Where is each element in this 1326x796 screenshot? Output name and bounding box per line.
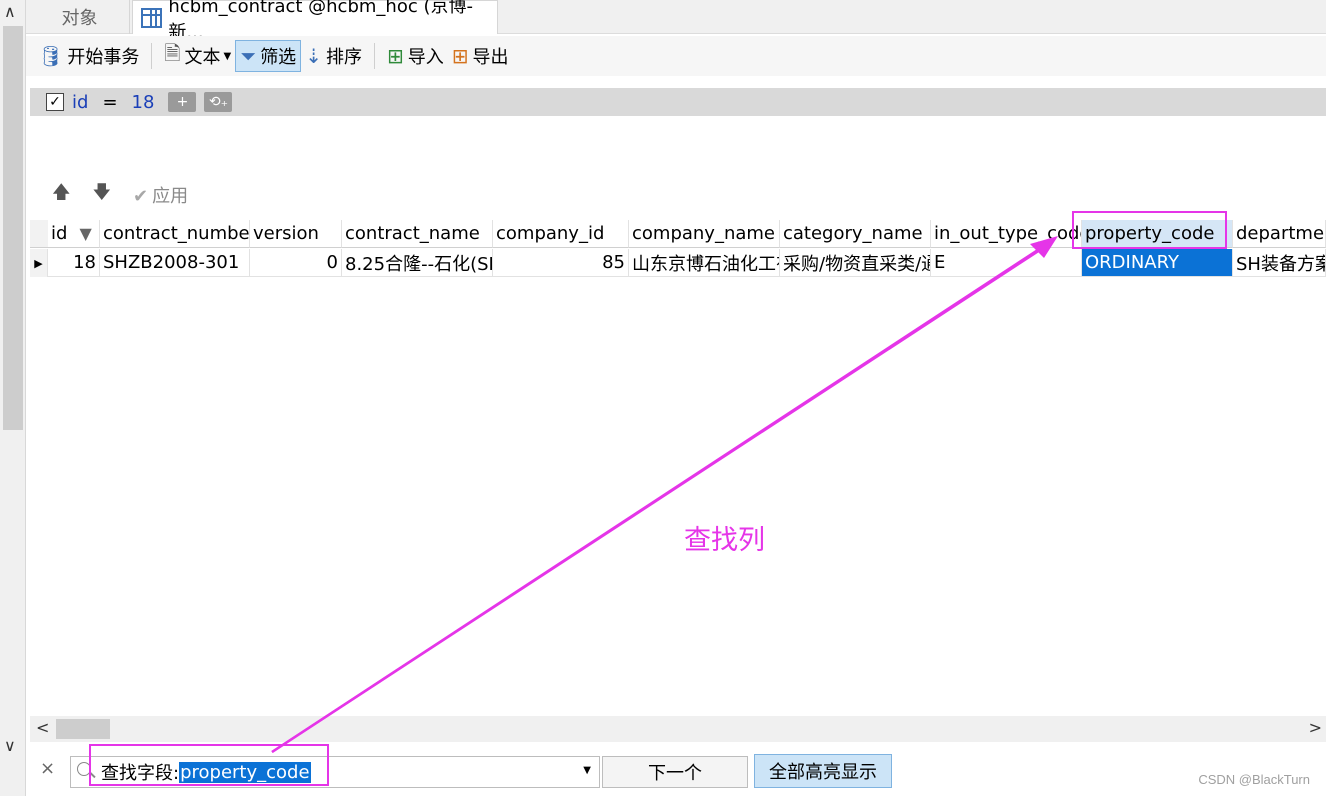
toolbar-divider — [373, 43, 375, 69]
plus-icon: + — [176, 94, 189, 110]
begin-transaction-button[interactable]: 🛢 开始事务 — [34, 40, 143, 72]
column-header-label: company_name — [632, 223, 776, 244]
filter-button[interactable]: ⏷ 筛选 — [235, 40, 302, 72]
cell-contract-number[interactable]: SHZB2008-301 — [100, 249, 250, 277]
cell-company-name[interactable]: 山东京博石油化工有 — [629, 249, 780, 277]
row-selector[interactable]: ▶ — [30, 249, 48, 277]
tab-objects[interactable]: 对象 — [30, 0, 130, 34]
chevron-down-icon[interactable]: ▼ — [583, 765, 591, 776]
column-header-category-name[interactable]: category_name — [780, 220, 931, 248]
column-header-label: id — [51, 223, 68, 244]
horizontal-scrollbar[interactable]: < > — [30, 716, 1326, 742]
import-label: 导入 — [407, 47, 444, 68]
annotation-arrow — [271, 236, 1058, 754]
column-header-label: contract_name — [345, 223, 480, 244]
cell-category-name[interactable]: 采购/物资直采类/通 — [780, 249, 931, 277]
column-header-company-id[interactable]: company_id — [493, 220, 629, 248]
export-button[interactable]: ⊞ 导出 — [448, 40, 513, 72]
column-header-company-name[interactable]: company_name — [629, 220, 780, 248]
sort-button[interactable]: ⇣ 排序 — [301, 40, 366, 72]
import-button[interactable]: ⊞ 导入 — [383, 40, 448, 72]
sort-icon: ⇣ — [305, 44, 322, 68]
add-group-icon: ⟲₊ — [208, 94, 228, 110]
tab-hcbm-contract[interactable]: hcbm_contract @hcbm_hoc (京博-新... — [132, 0, 498, 43]
column-header-label: contract_number — [103, 223, 250, 244]
filter-label: 筛选 — [260, 47, 297, 68]
filter-enabled-checkbox[interactable]: ✓ — [46, 93, 64, 111]
apply-label: 应用 — [152, 186, 189, 207]
highlight-all-label: 全部高亮显示 — [769, 762, 877, 783]
filter-funnel-icon: ▼ — [79, 224, 92, 243]
filter-field[interactable]: id — [72, 92, 88, 113]
row-pointer-icon: ▶ — [34, 256, 43, 270]
annotation-arrow-line-bottom — [271, 248, 1041, 754]
sort-label: 排序 — [325, 47, 362, 68]
cell-company-id[interactable]: 85 — [493, 249, 629, 277]
checkmark-icon: ✔ — [133, 186, 149, 207]
vertical-scrollbar[interactable]: ∧ ∨ — [0, 0, 26, 796]
table-icon — [141, 7, 163, 28]
tab-bar: 对象 hcbm_contract @hcbm_hoc (京博-新... — [26, 0, 1326, 43]
scroll-up-icon[interactable]: ∧ — [4, 2, 16, 21]
column-header-in-out-type-code[interactable]: in_out_type_code — [931, 220, 1082, 248]
watermark: CSDN @BlackTurn — [1198, 772, 1310, 787]
annotation-arrow-line-top — [271, 240, 1051, 754]
funnel-icon: ⏷ — [240, 44, 257, 68]
cell-id[interactable]: 18 — [48, 249, 100, 277]
find-next-label: 下一个 — [648, 763, 702, 784]
annotation-box-find-field — [89, 744, 329, 786]
column-header-label: in_out_type_code — [934, 223, 1082, 244]
column-header-label: departmen — [1236, 223, 1326, 244]
find-next-button[interactable]: 下一个 — [602, 756, 748, 788]
scroll-right-icon[interactable]: > — [1309, 718, 1322, 737]
filter-value[interactable]: 18 — [132, 92, 155, 113]
annotation-label: 查找列 — [684, 525, 765, 556]
chevron-down-icon: ▼ — [223, 50, 232, 62]
cell-version[interactable]: 0 — [250, 249, 342, 277]
export-icon: ⊞ — [451, 44, 469, 68]
cell-in-out-type-code[interactable]: E — [931, 249, 1082, 277]
close-icon[interactable]: × — [40, 758, 55, 779]
cell-property-code[interactable]: ORDINARY — [1082, 249, 1233, 277]
column-header-label: category_name — [783, 223, 923, 244]
column-header-contract-name[interactable]: contract_name — [342, 220, 493, 248]
cell-department[interactable]: SH装备方案 — [1233, 249, 1326, 277]
move-up-icon[interactable]: 🡅 — [52, 180, 71, 210]
sort-controls: 🡅 🡇 ✔ 应用 — [52, 182, 210, 208]
text-label: 文本 — [184, 47, 221, 68]
import-icon: ⊞ — [386, 44, 404, 68]
database-icon: 🛢 — [38, 44, 64, 68]
grid-corner — [30, 220, 48, 248]
document-icon: 🗎 — [164, 41, 181, 65]
begin-transaction-label: 开始事务 — [67, 47, 140, 68]
scrollbar-thumb[interactable] — [3, 26, 23, 430]
add-group-button[interactable]: ⟲₊ — [204, 92, 233, 112]
cell-contract-name[interactable]: 8.25合隆--石化(SH — [342, 249, 493, 277]
filter-bar: ✓ id = 18 + ⟲₊ — [30, 88, 1326, 116]
move-down-icon[interactable]: 🡇 — [93, 180, 112, 210]
column-header-department[interactable]: departmen — [1233, 220, 1326, 248]
column-header-contract-number[interactable]: contract_number — [100, 220, 250, 248]
annotation-box-column-header — [1072, 211, 1227, 249]
filter-operator[interactable]: = — [102, 92, 117, 113]
tab-objects-label: 对象 — [61, 8, 98, 29]
export-label: 导出 — [472, 47, 509, 68]
column-header-id[interactable]: id ▼ — [48, 220, 100, 248]
toolbar-divider — [151, 43, 153, 69]
scroll-left-icon[interactable]: < — [36, 718, 49, 737]
column-header-label: company_id — [496, 223, 605, 244]
toolbar: 🛢 开始事务 🗎 文本 ▼ ⏷ 筛选 ⇣ 排序 ⊞ 导入 ⊞ 导出 — [26, 36, 1326, 76]
text-button[interactable]: 🗎 文本 ▼ — [160, 40, 235, 72]
highlight-all-button[interactable]: 全部高亮显示 — [754, 754, 892, 788]
apply-button[interactable]: ✔ 应用 — [133, 182, 188, 208]
add-condition-button[interactable]: + — [168, 92, 197, 112]
column-header-version[interactable]: version — [250, 220, 342, 248]
scrollbar-thumb[interactable] — [56, 719, 110, 739]
column-header-label: version — [253, 223, 319, 244]
scroll-down-icon[interactable]: ∨ — [4, 736, 16, 755]
